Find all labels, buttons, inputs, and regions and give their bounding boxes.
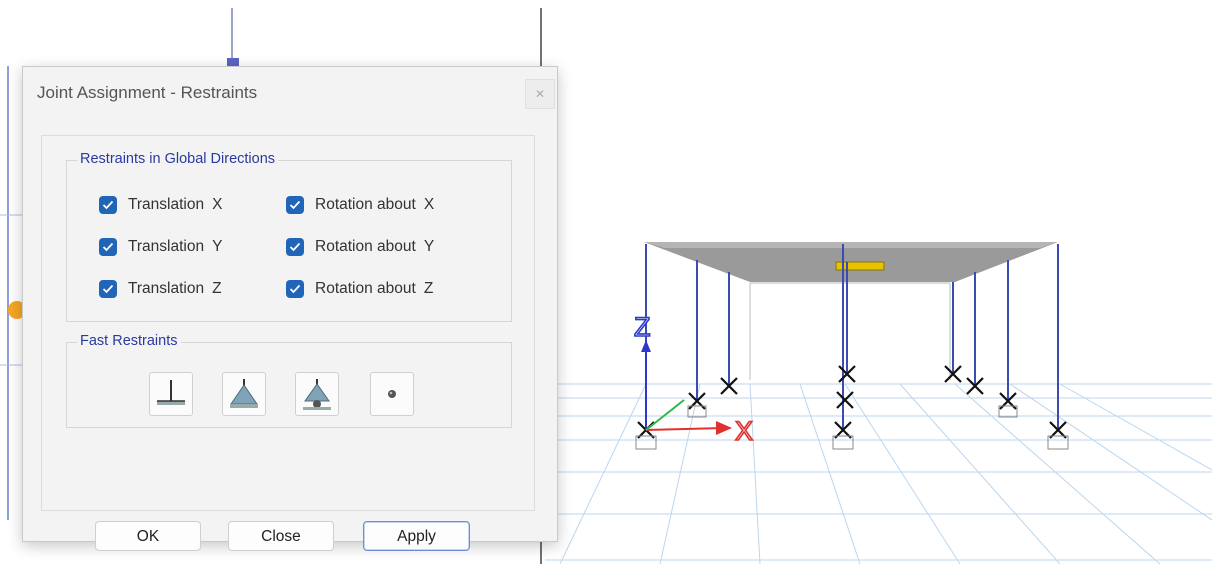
pinned-support-icon	[230, 379, 258, 408]
translation-z-checkbox[interactable]: Translation Z	[99, 279, 222, 299]
free-joint-icon	[388, 390, 396, 398]
checkbox-axis: X	[423, 196, 435, 213]
checkbox-axis: Y	[423, 238, 435, 255]
x-axis-label: X	[735, 416, 753, 446]
dialog-title: Joint Assignment - Restraints	[37, 83, 258, 102]
restraints-group: Restraints in Global Directions Translat…	[66, 151, 512, 322]
fixed-support-button[interactable]	[149, 372, 193, 416]
checkbox-label: Translation	[128, 238, 205, 255]
fast-restraints-legend: Fast Restraints	[77, 333, 181, 349]
rotation-x-checkbox[interactable]: Rotation about X	[286, 195, 434, 215]
checkbox-label: Rotation about	[315, 196, 416, 213]
rotation-y-checkbox[interactable]: Rotation about Y	[286, 237, 434, 257]
apply-button[interactable]: Apply	[363, 521, 470, 551]
fixed-support-icon	[157, 380, 185, 405]
translation-x-checkbox[interactable]: Translation X	[99, 195, 222, 215]
checkmark-icon	[286, 280, 304, 298]
checkbox-axis: Z	[423, 280, 434, 297]
checkbox-label: Rotation about	[315, 238, 416, 255]
checkbox-label: Translation	[128, 280, 205, 297]
checkbox-axis: Z	[212, 280, 222, 297]
checkmark-icon	[99, 238, 117, 256]
fast-restraints-group: Fast Restraints	[66, 333, 512, 428]
checkbox-axis: X	[212, 196, 223, 213]
translation-y-checkbox[interactable]: Translation Y	[99, 237, 222, 257]
close-button[interactable]: Close	[228, 521, 334, 551]
free-joint-button[interactable]	[370, 372, 414, 416]
ok-button[interactable]: OK	[95, 521, 201, 551]
checkmark-icon	[99, 196, 117, 214]
support-markers	[637, 365, 1067, 439]
roller-support-button[interactable]	[295, 372, 339, 416]
joint-restraints-dialog: Joint Assignment - Restraints ✕ Restrain…	[22, 66, 558, 551]
rotation-z-checkbox[interactable]: Rotation about Z	[286, 279, 433, 299]
checkbox-axis: Y	[212, 238, 223, 255]
pinned-support-button[interactable]	[222, 372, 266, 416]
restraints-group-legend: Restraints in Global Directions	[77, 151, 279, 167]
checkmark-icon	[286, 238, 304, 256]
checkbox-label: Rotation about	[315, 280, 416, 297]
close-icon[interactable]: ✕	[525, 79, 555, 109]
roller-support-icon	[303, 379, 331, 410]
checkbox-label: Translation	[128, 196, 205, 213]
dialog-panel: Restraints in Global Directions Translat…	[41, 135, 535, 511]
checkmark-icon	[286, 196, 304, 214]
z-axis-label: Z	[634, 312, 651, 342]
checkmark-icon	[99, 280, 117, 298]
